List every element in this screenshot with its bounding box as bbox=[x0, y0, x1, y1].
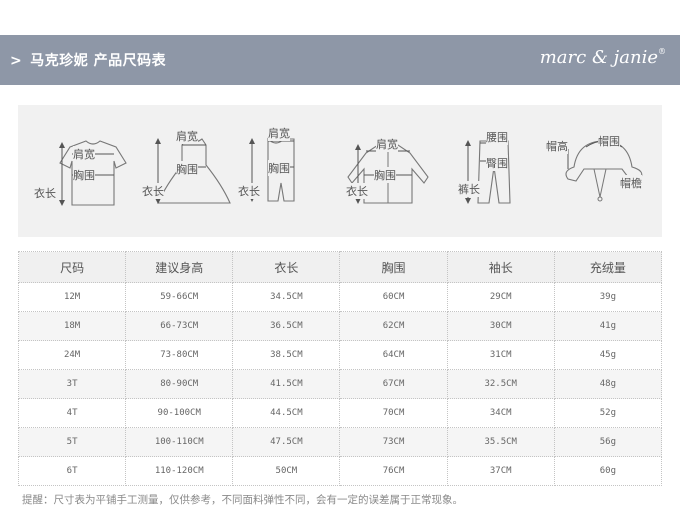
cell-height: 73-80CM bbox=[125, 340, 234, 370]
brand-text: marc & janie bbox=[539, 47, 658, 68]
cell-height: 100-110CM bbox=[125, 427, 234, 457]
cell-sleeve: 34CM bbox=[446, 398, 555, 428]
arrow-icon: > bbox=[10, 53, 23, 69]
hat-brim-label: 帽檐 bbox=[620, 175, 642, 191]
tshirt-diagram: 肩宽 胸围 衣长 bbox=[32, 105, 132, 237]
dress-shoulder-label: 肩宽 bbox=[176, 128, 198, 144]
table-header-row: 尺码 建议身高 衣长 胸围 袖长 充绒量 bbox=[17, 251, 663, 283]
cell-length: 41.5CM bbox=[232, 369, 341, 399]
trademark-mark: ® bbox=[658, 47, 666, 56]
jacket-diagram: 肩宽 胸围 衣长 bbox=[332, 105, 444, 237]
header-length: 衣长 bbox=[232, 251, 341, 283]
hat-circumference-label: 帽围 bbox=[598, 133, 620, 149]
cell-chest: 64CM bbox=[339, 340, 448, 370]
cell-chest: 67CM bbox=[339, 369, 448, 399]
cell-height: 59-66CM bbox=[125, 282, 234, 312]
cell-length: 50CM bbox=[232, 456, 341, 486]
cell-height: 110-120CM bbox=[125, 456, 234, 486]
header-size: 尺码 bbox=[17, 251, 127, 283]
cell-fill: 45g bbox=[553, 340, 663, 370]
cell-chest: 76CM bbox=[339, 456, 448, 486]
cell-fill: 56g bbox=[553, 427, 663, 457]
cell-chest: 60CM bbox=[339, 282, 448, 312]
cell-size: 5T bbox=[17, 427, 127, 457]
cell-size: 3T bbox=[17, 369, 127, 399]
cell-length: 34.5CM bbox=[232, 282, 341, 312]
romper-length-label: 衣长 bbox=[238, 183, 260, 199]
cell-height: 66-73CM bbox=[125, 311, 234, 341]
cell-sleeve: 29CM bbox=[446, 282, 555, 312]
pants-diagram: 腰围 臀围 裤长 bbox=[456, 105, 536, 237]
table-row: 18M 66-73CM 36.5CM 62CM 30CM 41g bbox=[17, 311, 663, 341]
brand-logo: marc & janie® bbox=[540, 47, 666, 68]
measurement-note: 提醒：尺寸表为平铺手工测量，仅供参考，不同面料弹性不同，会有一定的误差属于正常现… bbox=[22, 494, 463, 506]
pants-waist-label: 腰围 bbox=[486, 129, 508, 145]
cell-length: 36.5CM bbox=[232, 311, 341, 341]
cell-size: 12M bbox=[17, 282, 127, 312]
cell-chest: 70CM bbox=[339, 398, 448, 428]
cell-sleeve: 31CM bbox=[446, 340, 555, 370]
pants-icon bbox=[465, 140, 511, 204]
jacket-chest-label: 胸围 bbox=[374, 167, 396, 183]
title-text: 马克珍妮 产品尺码表 bbox=[30, 53, 167, 69]
jacket-shoulder-label: 肩宽 bbox=[376, 136, 398, 152]
cell-chest: 73CM bbox=[339, 427, 448, 457]
jacket-length-label: 衣长 bbox=[346, 183, 368, 199]
cell-size: 6T bbox=[17, 456, 127, 486]
hat-height-label: 帽高 bbox=[546, 138, 568, 154]
header-chest: 胸围 bbox=[339, 251, 448, 283]
cell-height: 80-90CM bbox=[125, 369, 234, 399]
table-row: 5T 100-110CM 47.5CM 73CM 35.5CM 56g bbox=[17, 427, 663, 457]
header-banner: > 马克珍妮 产品尺码表 marc & janie® bbox=[0, 35, 680, 85]
cell-fill: 52g bbox=[553, 398, 663, 428]
cell-sleeve: 30CM bbox=[446, 311, 555, 341]
dress-length-label: 衣长 bbox=[142, 183, 164, 199]
measurement-diagram-panel: 肩宽 胸围 衣长 肩宽 胸围 衣长 肩宽 胸围 衣长 肩宽 胸围 衣长 腰围 臀… bbox=[18, 105, 662, 237]
cell-fill: 48g bbox=[553, 369, 663, 399]
tshirt-shoulder-label: 肩宽 bbox=[73, 146, 95, 162]
pants-hip-label: 臀围 bbox=[486, 155, 508, 171]
table-row: 4T 90-100CM 44.5CM 70CM 34CM 52g bbox=[17, 398, 663, 428]
cell-size: 18M bbox=[17, 311, 127, 341]
cell-fill: 39g bbox=[553, 282, 663, 312]
page-title: > 马克珍妮 产品尺码表 bbox=[10, 50, 166, 70]
header-fill: 充绒量 bbox=[553, 251, 663, 283]
tshirt-length-label: 衣长 bbox=[34, 185, 56, 201]
cell-size: 24M bbox=[17, 340, 127, 370]
cell-chest: 62CM bbox=[339, 311, 448, 341]
cell-size: 4T bbox=[17, 398, 127, 428]
romper-diagram: 肩宽 胸围 衣长 bbox=[238, 105, 324, 237]
cell-fill: 41g bbox=[553, 311, 663, 341]
cell-height: 90-100CM bbox=[125, 398, 234, 428]
romper-shoulder-label: 肩宽 bbox=[268, 125, 290, 141]
cell-length: 38.5CM bbox=[232, 340, 341, 370]
header-sleeve: 袖长 bbox=[446, 251, 555, 283]
dress-chest-label: 胸围 bbox=[176, 161, 198, 177]
cell-length: 47.5CM bbox=[232, 427, 341, 457]
table-row: 6T 110-120CM 50CM 76CM 37CM 60g bbox=[17, 456, 663, 486]
dress-diagram: 肩宽 胸围 衣长 bbox=[136, 105, 236, 237]
table-row: 24M 73-80CM 38.5CM 64CM 31CM 45g bbox=[17, 340, 663, 370]
cell-sleeve: 32.5CM bbox=[446, 369, 555, 399]
hat-icon bbox=[565, 140, 643, 202]
pants-length-label: 裤长 bbox=[458, 181, 480, 197]
cell-length: 44.5CM bbox=[232, 398, 341, 428]
cell-fill: 60g bbox=[553, 456, 663, 486]
table-row: 3T 80-90CM 41.5CM 67CM 32.5CM 48g bbox=[17, 369, 663, 399]
size-table: 尺码 建议身高 衣长 胸围 袖长 充绒量 12M 59-66CM 34.5CM … bbox=[17, 251, 663, 486]
romper-chest-label: 胸围 bbox=[268, 160, 290, 176]
hat-diagram: 帽高 帽围 帽檐 bbox=[542, 105, 658, 237]
table-row: 12M 59-66CM 34.5CM 60CM 29CM 39g bbox=[17, 282, 663, 312]
cell-sleeve: 37CM bbox=[446, 456, 555, 486]
header-height: 建议身高 bbox=[125, 251, 234, 283]
tshirt-chest-label: 胸围 bbox=[73, 167, 95, 183]
size-chart-table: 尺码 建议身高 衣长 胸围 袖长 充绒量 12M 59-66CM 34.5CM … bbox=[17, 251, 663, 486]
cell-sleeve: 35.5CM bbox=[446, 427, 555, 457]
